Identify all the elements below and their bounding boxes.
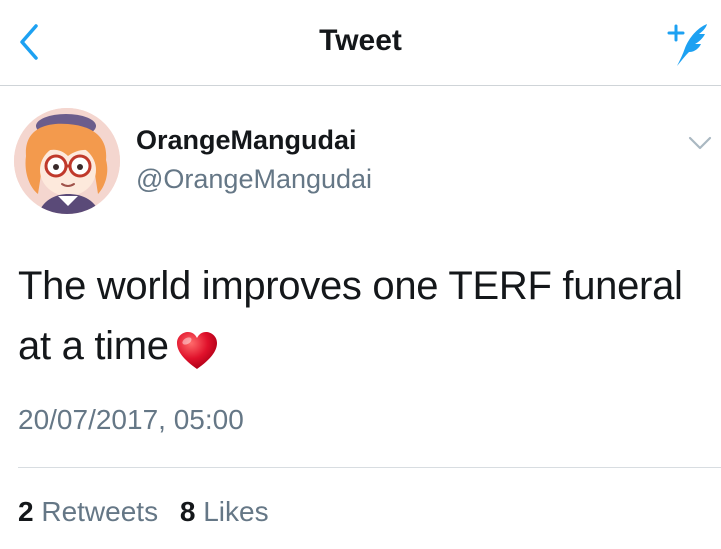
- divider: [18, 467, 721, 468]
- red-heart-icon: [175, 328, 219, 370]
- likes-stat[interactable]: 8 Likes: [180, 496, 269, 528]
- author-display-name[interactable]: OrangeMangudai: [136, 125, 357, 156]
- likes-count: 8: [179, 496, 196, 527]
- tweet-text-line2: at a time: [18, 316, 718, 376]
- avatar-illustration: [14, 108, 120, 214]
- retweets-label: Retweets: [41, 496, 159, 527]
- tweet-timestamp[interactable]: 20/07/2017, 05:00: [18, 404, 244, 436]
- avatar[interactable]: [14, 108, 120, 214]
- likes-label: Likes: [203, 496, 269, 527]
- tweet-text: The world improves one TERF funeral at a…: [18, 256, 718, 376]
- page-title: Tweet: [319, 24, 402, 57]
- tweet-stats: 2 Retweets 8 Likes: [18, 496, 269, 528]
- chevron-down-icon: [688, 136, 712, 150]
- tweet-text-line1: The world improves one TERF funeral: [18, 264, 683, 308]
- retweets-stat[interactable]: 2 Retweets: [18, 496, 158, 528]
- tweet-options-button[interactable]: [687, 134, 713, 152]
- compose-tweet-icon: [667, 24, 707, 66]
- nav-bar: Tweet: [0, 0, 721, 86]
- tweet-text-line2-text: at a time: [18, 324, 169, 368]
- retweets-count: 2: [18, 496, 34, 527]
- compose-tweet-button[interactable]: [661, 18, 715, 70]
- author-handle[interactable]: @OrangeMangudai: [136, 164, 372, 195]
